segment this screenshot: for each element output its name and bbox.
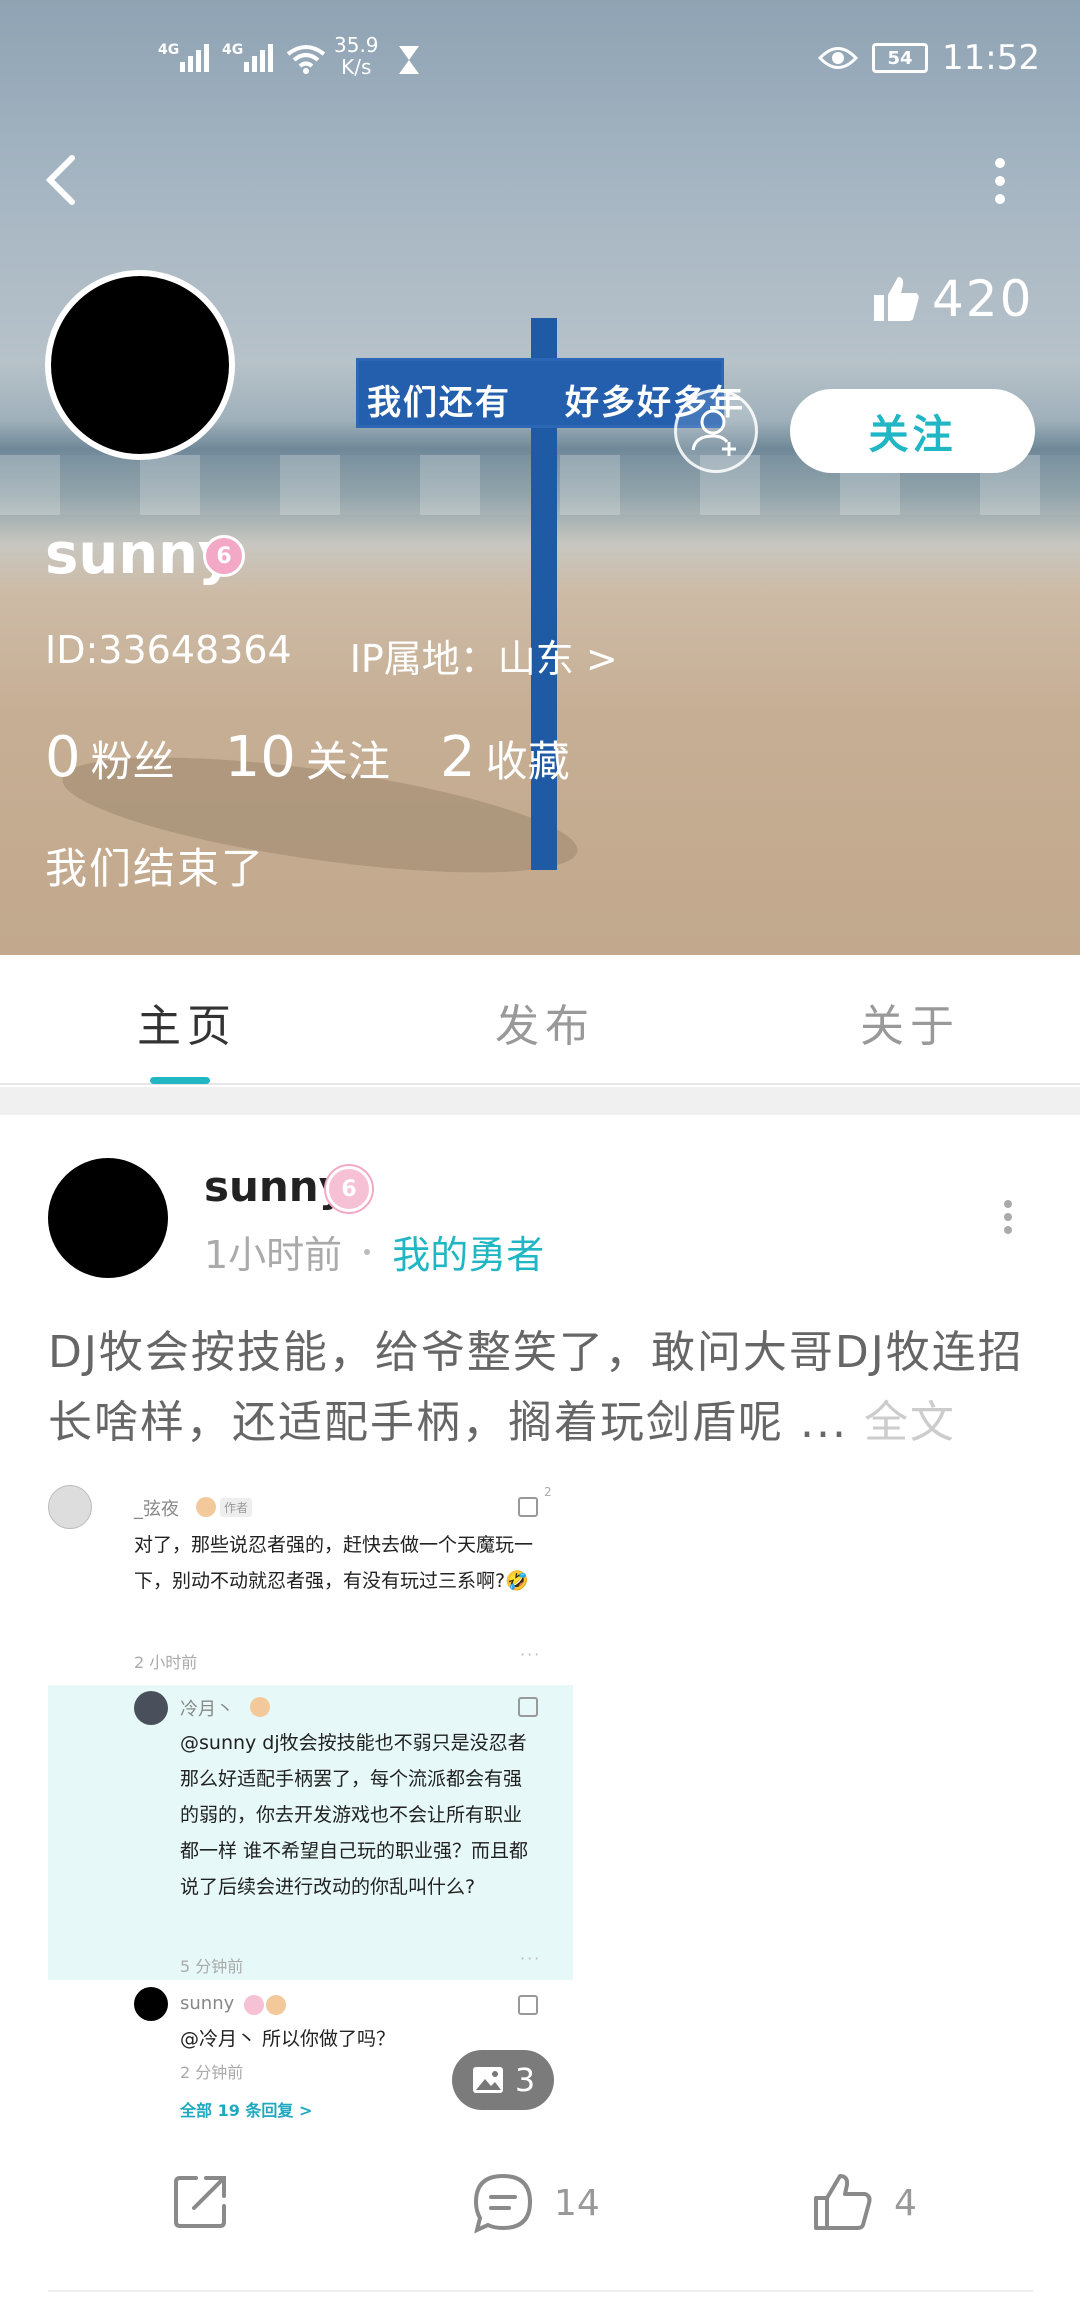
status-bar: 4G 4G 35.9 K/s 54 11:52 bbox=[0, 30, 1080, 90]
add-friend-button[interactable] bbox=[674, 389, 758, 473]
level-badge-icon bbox=[266, 1995, 286, 2015]
beach-sign: 我们还有 好多好多年 bbox=[356, 358, 743, 428]
reply-author: 冷月丶 bbox=[180, 1699, 234, 1720]
author-tag: 作者 bbox=[220, 1498, 253, 1517]
network-type-2: 4G bbox=[222, 42, 244, 58]
tab-posts[interactable]: 发布 bbox=[495, 990, 595, 1054]
likes-counter: 420 bbox=[870, 270, 1033, 328]
follow-button[interactable]: 关注 bbox=[790, 389, 1035, 473]
reply-avatar bbox=[134, 1691, 168, 1725]
comment-author: _弦夜 bbox=[134, 1499, 179, 1520]
highlighted-reply: 冷月丶 @sunny dj牧会按技能也不弱只是没忍者那么好适配手柄罢了，每个流派… bbox=[48, 1685, 573, 1980]
status-right: 54 11:52 bbox=[818, 38, 1040, 78]
image-count: 3 bbox=[514, 2061, 536, 2099]
profile-header-background: 我们还有 好多好多年 4G 4G 35.9 K/s 54 11:52 420 关… bbox=[0, 0, 1080, 955]
post-author-badge: 6 bbox=[326, 1166, 372, 1212]
network-type-1: 4G bbox=[158, 42, 180, 58]
thumbs-up-icon bbox=[874, 277, 919, 321]
profile-signature: 我们结束了 bbox=[45, 844, 266, 893]
like-icon bbox=[518, 1497, 538, 1517]
network-speed: 35.9 K/s bbox=[334, 34, 379, 78]
stat-following-label: 关注 bbox=[305, 737, 390, 786]
thumbs-up-outline-icon bbox=[814, 2174, 872, 2230]
stat-favorites[interactable]: 2 收藏 bbox=[440, 725, 570, 790]
battery-icon: 54 bbox=[872, 43, 929, 73]
comment-more-icon: ··· bbox=[520, 1645, 542, 1664]
post-text[interactable]: DJ牧会按技能，给爷整笑了，敢问大哥DJ牧连招长啥样，还适配手柄，搁着玩剑盾呢 … bbox=[48, 1318, 1038, 1458]
post-ellipsis: ... bbox=[784, 1397, 864, 1448]
network-speed-unit: K/s bbox=[341, 55, 372, 79]
add-user-icon bbox=[691, 409, 736, 456]
user-id: ID:33648364 bbox=[45, 628, 292, 672]
reply-text: @sunny dj牧会按技能也不弱只是没忍者那么好适配手柄罢了，每个流派都会有强… bbox=[180, 1732, 529, 1898]
all-replies-link: 全部 19 条回复 > bbox=[180, 2101, 313, 2120]
like-icon bbox=[518, 1697, 538, 1717]
stat-favorites-num: 2 bbox=[439, 725, 476, 790]
reply-avatar bbox=[134, 1987, 168, 2021]
battery-level: 54 bbox=[887, 47, 913, 69]
image-count-badge[interactable]: 3 bbox=[452, 2050, 554, 2110]
back-button[interactable] bbox=[40, 150, 90, 220]
hourglass-icon bbox=[399, 46, 419, 74]
wifi-icon bbox=[286, 45, 326, 74]
network-speed-value: 35.9 bbox=[334, 33, 379, 57]
level-badge-icon bbox=[196, 1497, 216, 1517]
post-action-bar: 14 4 bbox=[0, 2170, 1080, 2290]
comment-text: 对了，那些说忍者强的，赶快去做一个天魔玩一下，别动不动就忍者强，有没有玩过三系啊… bbox=[134, 1534, 534, 1592]
profile-page: 我们还有 好多好多年 4G 4G 35.9 K/s 54 11:52 420 关… bbox=[0, 0, 1080, 2310]
chevron-left-icon bbox=[45, 155, 75, 205]
post-divider bbox=[48, 2290, 1033, 2292]
more-options-button[interactable] bbox=[980, 150, 1020, 220]
post-author-name[interactable]: sunny bbox=[204, 1162, 346, 1211]
eye-icon bbox=[818, 47, 859, 69]
comment-count: 14 bbox=[554, 2182, 600, 2224]
stat-fans-label: 粉丝 bbox=[90, 737, 175, 786]
sign-left-text: 我们还有 bbox=[367, 383, 511, 423]
level-badge-icon bbox=[250, 1697, 270, 1717]
ip-location-link[interactable]: IP属地：山东 > bbox=[350, 628, 618, 683]
post-more-button[interactable] bbox=[998, 1195, 1018, 1235]
profile-tabs: 主页 发布 关于 bbox=[0, 955, 1080, 1085]
like-count: 4 bbox=[894, 2182, 917, 2224]
signal-icon bbox=[180, 42, 209, 72]
active-tab-indicator bbox=[150, 1077, 210, 1084]
like-icon bbox=[518, 1995, 538, 2015]
comment-more-icon: ··· bbox=[520, 1949, 542, 1968]
reply-time: 5 分钟前 bbox=[180, 1957, 244, 1976]
stat-fans[interactable]: 0 粉丝 bbox=[45, 725, 175, 790]
id-line: ID:33648364 IP属地：山东 > bbox=[45, 628, 618, 683]
share-button[interactable] bbox=[170, 2170, 232, 2232]
comment-avatar bbox=[48, 1485, 92, 1529]
profile-stats: 0 粉丝 10 关注 2 收藏 bbox=[45, 725, 570, 790]
comment-icon bbox=[473, 2173, 533, 2234]
stat-following-num: 10 bbox=[224, 725, 296, 790]
level-badge: 6 bbox=[203, 535, 245, 577]
post-topic-link[interactable]: 我的勇者 bbox=[392, 1224, 544, 1279]
section-divider bbox=[0, 1087, 1080, 1115]
like-button[interactable]: 4 bbox=[810, 2170, 917, 2236]
level-badge-icon bbox=[244, 1995, 264, 2015]
reply-author: sunny bbox=[180, 1993, 235, 2014]
signal-icon-2 bbox=[244, 42, 273, 72]
post-image[interactable]: _弦夜 作者 2 对了，那些说忍者强的，赶快去做一个天魔玩一下，别动不动就忍者强… bbox=[48, 1475, 573, 2135]
comment-like-count: 2 bbox=[544, 1485, 552, 1499]
clock: 11:52 bbox=[942, 38, 1040, 78]
expand-full-text[interactable]: 全文 bbox=[864, 1397, 956, 1448]
image-icon bbox=[472, 2067, 503, 2093]
share-icon bbox=[174, 2176, 226, 2228]
likes-count: 420 bbox=[932, 270, 1034, 328]
tab-home[interactable]: 主页 bbox=[137, 990, 237, 1054]
profile-avatar[interactable] bbox=[45, 270, 235, 460]
stat-fans-num: 0 bbox=[45, 725, 81, 790]
post-meta: 1小时前 我的勇者 bbox=[204, 1224, 544, 1279]
comment-time: 2 小时前 bbox=[134, 1653, 198, 1672]
post-author-avatar[interactable] bbox=[48, 1158, 168, 1278]
post-time: 1小时前 bbox=[204, 1233, 343, 1277]
stat-favorites-label: 收藏 bbox=[485, 737, 570, 786]
stat-following[interactable]: 10 关注 bbox=[225, 725, 390, 790]
meta-separator bbox=[364, 1248, 371, 1255]
comment-button[interactable]: 14 bbox=[470, 2170, 600, 2236]
reply-time: 2 分钟前 bbox=[180, 2063, 244, 2082]
tab-about[interactable]: 关于 bbox=[860, 990, 960, 1054]
